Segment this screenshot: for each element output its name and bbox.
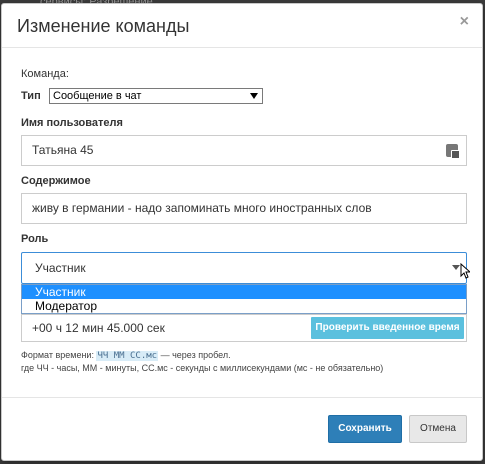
role-select-value: Участник [35, 261, 86, 275]
username-input[interactable]: Татьяна 45 [21, 135, 467, 166]
time-value: +00 ч 12 мин 45.000 сек [32, 321, 165, 335]
close-icon[interactable]: × [460, 14, 469, 30]
content-input[interactable]: живу в германии - надо запоминать много … [21, 193, 467, 224]
hint-format-code: ЧЧ ММ СС.мс [96, 351, 159, 361]
command-section-label: Команда: [21, 68, 69, 80]
type-label: Тип [21, 90, 41, 102]
edit-command-dialog: Изменение команды × Команда: Тип Сообщен… [1, 3, 483, 461]
type-select-value: Сообщение в чат [53, 90, 142, 102]
check-time-button[interactable]: Проверить введенное время [311, 317, 464, 339]
dialog-header: Изменение команды × [2, 4, 482, 48]
save-button[interactable]: Сохранить [328, 415, 402, 443]
cancel-button[interactable]: Отмена [409, 415, 467, 443]
content-label: Содержимое [21, 175, 91, 187]
role-dropdown-list: Участник Модератор [21, 284, 467, 314]
chevron-down-icon [250, 93, 258, 99]
role-label: Роль [21, 233, 49, 245]
username-label: Имя пользователя [21, 117, 123, 129]
type-select[interactable]: Сообщение в чат [49, 88, 263, 104]
contact-card-icon[interactable] [446, 144, 460, 159]
time-format-hint: Формат времени: ЧЧ ММ СС.мс — через проб… [21, 350, 231, 361]
dialog-title: Изменение команды [17, 16, 190, 36]
content-value: живу в германии - надо запоминать много … [32, 201, 372, 215]
role-select[interactable]: Участник [21, 252, 470, 284]
time-input[interactable]: +00 ч 12 мин 45.000 сек Проверить введен… [21, 314, 467, 342]
footer-divider [2, 397, 482, 398]
username-value: Татьяна 45 [32, 143, 94, 157]
time-format-explanation: где ЧЧ - часы, ММ - минуты, СС.мс - секу… [21, 363, 384, 373]
hint-prefix: Формат времени: [21, 350, 94, 360]
hint-suffix: — через пробел. [158, 350, 231, 360]
role-option-participant[interactable]: Участник [22, 285, 466, 299]
chevron-down-icon [452, 265, 460, 270]
role-option-moderator[interactable]: Модератор [22, 299, 466, 313]
mouse-cursor-icon [460, 263, 470, 279]
